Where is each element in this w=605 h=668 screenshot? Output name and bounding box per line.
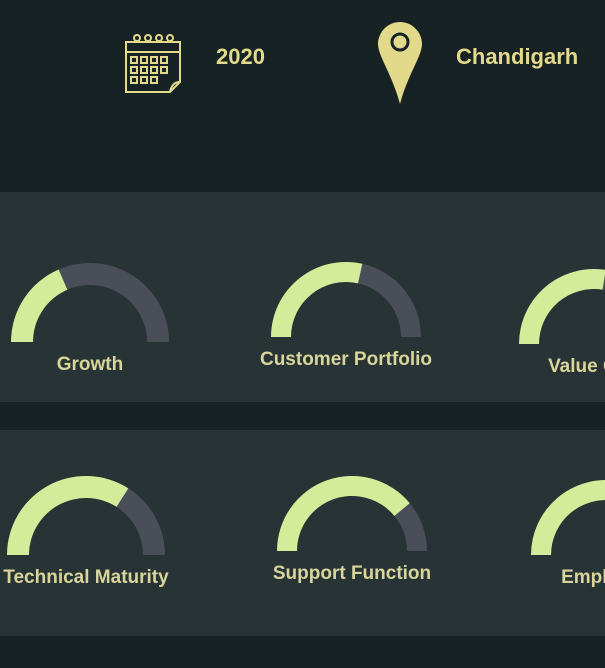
gauge-panel-top: Growth Customer Portfolio Value Gen bbox=[0, 192, 605, 402]
year-label: 2020 bbox=[216, 44, 265, 69]
gauge-label: Support Function bbox=[272, 563, 432, 584]
gauge-employee-arc bbox=[531, 480, 605, 555]
gauge-fill bbox=[277, 476, 410, 551]
gauge-fill bbox=[7, 476, 129, 555]
gauge-label: Customer Portfolio bbox=[259, 349, 433, 370]
location-label: Chandigarh bbox=[456, 44, 579, 69]
gauge-fill bbox=[11, 269, 68, 342]
calendar-icon bbox=[124, 32, 182, 94]
gauge-label: Value Gen bbox=[548, 356, 605, 377]
gauge-label: Technical Maturity bbox=[3, 567, 169, 588]
gauge-panel-bottom: Technical Maturity Support Function Empl… bbox=[0, 430, 605, 636]
gauge-track bbox=[357, 263, 421, 337]
header-bar: 2020 Chandigarh bbox=[0, 0, 605, 192]
gauge-label: Employee bbox=[561, 567, 605, 588]
gauge-fill bbox=[531, 480, 605, 555]
gauge-track bbox=[116, 488, 165, 555]
gauge-label: Growth bbox=[56, 354, 124, 375]
map-pin-icon bbox=[378, 22, 422, 104]
gauge-track bbox=[58, 263, 169, 342]
gauge-value-gen-arc bbox=[519, 269, 605, 344]
gauge-fill bbox=[519, 269, 605, 344]
gauge-fill bbox=[271, 262, 363, 337]
